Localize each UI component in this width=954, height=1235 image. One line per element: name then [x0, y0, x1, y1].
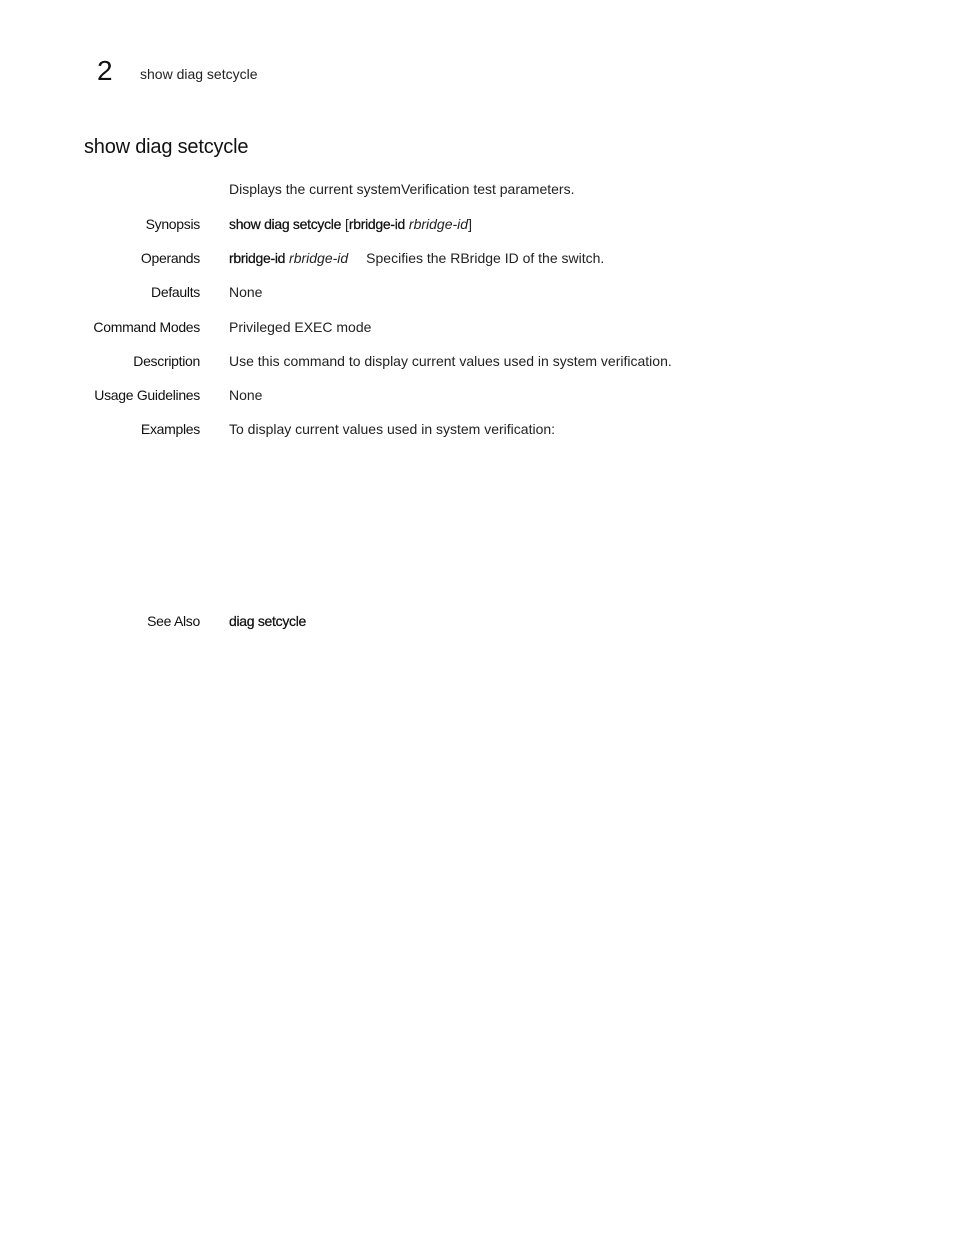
- command-modes-label: Command Modes: [93, 319, 200, 335]
- chapter-number: 2: [97, 55, 113, 86]
- page-title: show diag setcycle: [84, 136, 249, 158]
- see-also-row: See Also diag setcycle: [0, 612, 954, 632]
- command-modes-row: Command Modes Privileged EXEC mode: [0, 318, 954, 338]
- usage-guidelines-label: Usage Guidelines: [94, 387, 200, 403]
- running-header-title: show diag setcycle: [140, 66, 258, 82]
- synopsis-row: Synopsis show diag setcycle [rbridge-id …: [0, 215, 954, 235]
- description-value: Use this command to display current valu…: [229, 353, 672, 369]
- synopsis-close-bracket: ]: [468, 216, 472, 232]
- operand-description: Specifies the RBridge ID of the switch.: [366, 250, 605, 266]
- intro-row: Displays the current systemVerification …: [0, 180, 954, 200]
- command-modes-value: Privileged EXEC mode: [229, 319, 372, 335]
- operand-keyword: rbridge-id: [229, 250, 286, 266]
- synopsis-label: Synopsis: [145, 216, 201, 232]
- operands-label: Operands: [140, 250, 200, 266]
- see-also-link[interactable]: diag setcycle: [229, 612, 307, 630]
- operand-argument: rbridge-id: [289, 250, 349, 266]
- examples-label: Examples: [140, 421, 200, 437]
- examples-value: To display current values used in system…: [229, 421, 556, 437]
- description-label: Description: [133, 353, 200, 369]
- operands-row: Operands rbridge-id rbridge-id Specifies …: [0, 249, 954, 269]
- synopsis-argument: rbridge-id: [408, 216, 469, 232]
- defaults-label: Defaults: [151, 284, 200, 300]
- usage-guidelines-row: Usage Guidelines None: [0, 386, 954, 406]
- description-row: Description Use this command to display …: [0, 352, 954, 372]
- synopsis-keyword: rbridge-id: [348, 216, 406, 232]
- see-also-label: See Also: [147, 613, 200, 629]
- intro-text: Displays the current systemVerification …: [229, 181, 575, 197]
- usage-guidelines-value: None: [229, 387, 263, 403]
- defaults-row: Defaults None: [0, 283, 954, 303]
- operands-content: rbridge-id rbridge-id Specifies the RBrid…: [229, 249, 604, 267]
- defaults-value: None: [229, 284, 263, 300]
- synopsis-content: show diag setcycle [rbridge-id rbridge-i…: [229, 215, 472, 233]
- examples-row: Examples To display current values used …: [0, 420, 954, 440]
- synopsis-command: show diag setcycle: [229, 216, 342, 232]
